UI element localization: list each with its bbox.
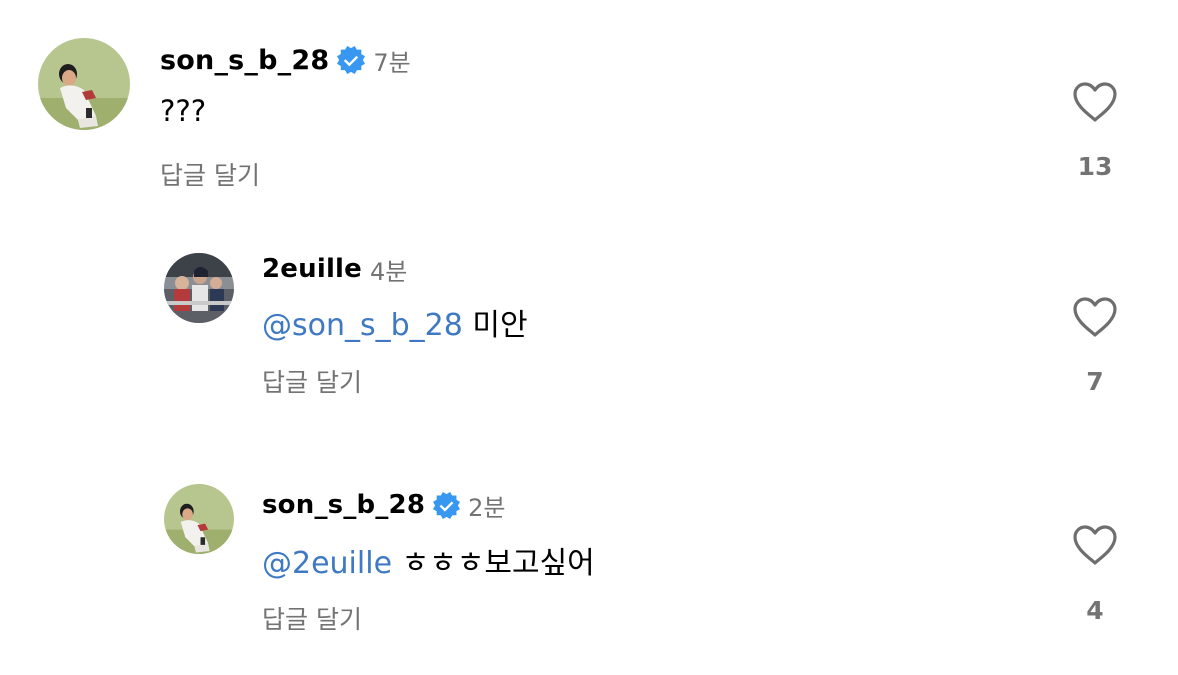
verified-badge-icon xyxy=(337,46,366,74)
reply-comment-item: son_s_b_28 2분 @2euille ㅎㅎㅎ보고싶어 답글 달기 4 xyxy=(0,460,1178,675)
reply-button[interactable]: 답글 달기 xyxy=(160,156,260,192)
comment-body: ㅎㅎㅎ보고싶어 xyxy=(392,546,595,581)
username-link[interactable]: son_s_b_28 xyxy=(262,490,425,520)
comment-body: 미안 xyxy=(462,308,528,343)
baseball-player-avatar-image xyxy=(38,38,130,130)
avatar[interactable] xyxy=(38,38,130,130)
username-link[interactable]: 2euille xyxy=(262,254,362,284)
like-count: 4 xyxy=(1086,596,1104,625)
reply-button[interactable]: 답글 달기 xyxy=(262,363,362,399)
verified-badge-icon xyxy=(433,491,461,519)
mention-link[interactable]: @son_s_b_28 xyxy=(262,308,463,343)
like-button[interactable] xyxy=(1071,523,1119,567)
baseball-player-avatar-image xyxy=(164,484,234,554)
timestamp: 4분 xyxy=(370,257,408,286)
avatar[interactable] xyxy=(164,484,234,554)
heart-icon xyxy=(1073,525,1117,565)
stadium-crowd-avatar-image xyxy=(164,253,234,323)
comment-header: son_s_b_28 7분 xyxy=(160,40,411,80)
comment-body: ??? xyxy=(160,94,207,128)
comment-text: @son_s_b_28 미안 xyxy=(262,300,528,344)
heart-icon xyxy=(1073,82,1117,122)
timestamp: 2분 xyxy=(468,493,506,522)
heart-icon xyxy=(1073,297,1117,337)
timestamp: 7분 xyxy=(373,48,411,77)
reply-comment-item: 2euille 4분 @son_s_b_28 미안 답글 달기 7 xyxy=(0,220,1178,440)
reply-button[interactable]: 답글 달기 xyxy=(262,600,362,636)
avatar[interactable] xyxy=(164,253,234,323)
comment-text: ??? xyxy=(160,94,206,128)
comment-text: @2euille ㅎㅎㅎ보고싶어 xyxy=(262,538,595,582)
mention-link[interactable]: @2euille xyxy=(262,546,392,581)
comment-header: son_s_b_28 2분 xyxy=(262,486,505,524)
comment-header: 2euille 4분 xyxy=(262,250,407,288)
comment-item: son_s_b_28 7분 ??? 답글 달기 13 xyxy=(0,0,1178,220)
username-link[interactable]: son_s_b_28 xyxy=(160,45,329,76)
like-button[interactable] xyxy=(1071,295,1119,339)
like-count: 13 xyxy=(1077,152,1113,181)
like-count: 7 xyxy=(1086,367,1104,396)
like-button[interactable] xyxy=(1071,80,1119,124)
